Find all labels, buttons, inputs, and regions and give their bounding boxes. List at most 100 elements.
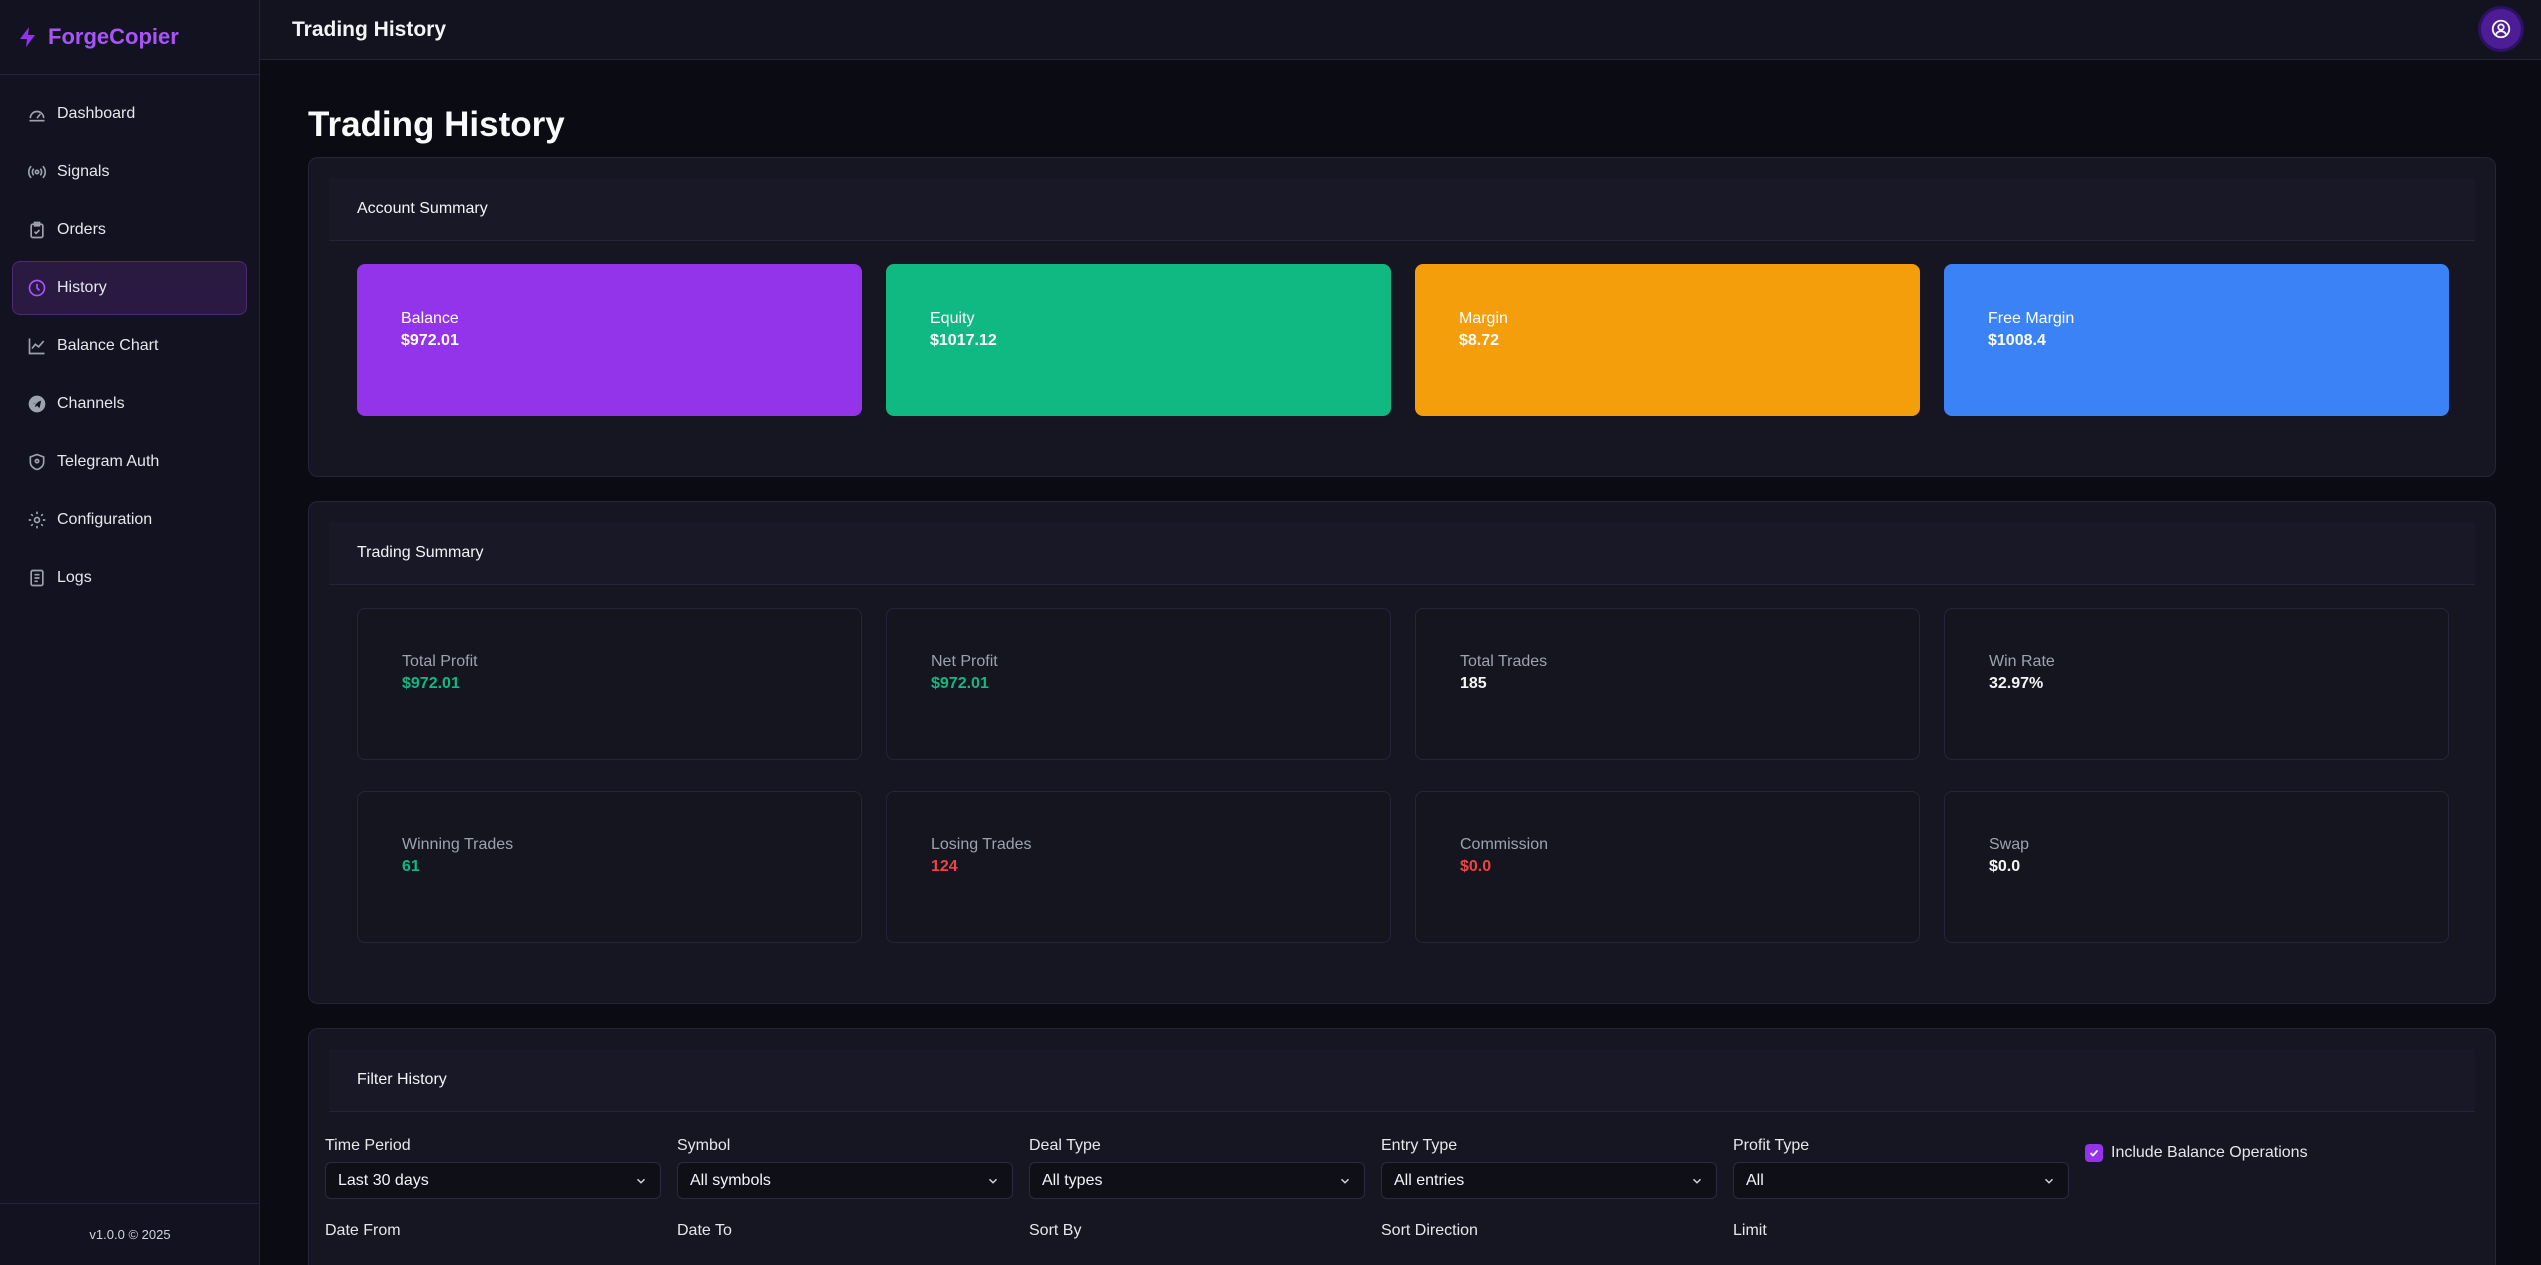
user-icon: [2491, 19, 2511, 39]
sort-by-filter: Sort By: [1029, 1221, 1381, 1247]
account-summary-card: Account Summary Balance $972.01 Equity $…: [308, 157, 2496, 477]
trading-summary-card: Trading Summary Total Profit $972.01 Net…: [308, 501, 2496, 1004]
margin-label: Margin: [1459, 310, 1508, 327]
brand[interactable]: ForgeCopier: [0, 0, 259, 75]
shield-icon: [29, 453, 45, 471]
filter-label: Time Period: [325, 1137, 411, 1154]
check-icon: [2089, 1149, 2099, 1157]
select-value: All entries: [1394, 1171, 1465, 1189]
document-icon: [30, 569, 44, 587]
symbol-filter: Symbol All symbols: [677, 1136, 1029, 1199]
clipboard-icon: [30, 221, 44, 239]
lightning-icon: [20, 27, 35, 47]
gear-icon: [28, 511, 46, 529]
sidebar-item-label: Orders: [57, 221, 106, 238]
include-balance-checkbox[interactable]: Include Balance Operations: [2085, 1144, 2437, 1162]
sidebar-item-orders[interactable]: Orders: [12, 203, 247, 257]
card-header: Trading Summary: [309, 502, 2495, 585]
stat-label: Winning Trades: [402, 836, 514, 853]
select-value: All: [1746, 1171, 1764, 1189]
stat-label: Total Profit: [402, 653, 478, 670]
sidebar-item-configuration[interactable]: Configuration: [12, 493, 247, 547]
page-title: Trading History: [308, 105, 565, 144]
filter-label: Deal Type: [1029, 1137, 1101, 1154]
stat-value: $0.0: [1460, 858, 1492, 875]
profit-type-filter: Profit Type All: [1733, 1136, 2085, 1199]
sidebar-item-balance-chart[interactable]: Balance Chart: [12, 319, 247, 373]
stat-value: $0.0: [1989, 858, 2021, 875]
commission-stat: Commission $0.0: [1415, 791, 1920, 943]
filter-row-2: Date From Date To Sort By Sort Direction…: [325, 1221, 2475, 1247]
filter-label: Date From: [325, 1222, 401, 1239]
sidebar-item-signals[interactable]: Signals: [12, 145, 247, 199]
sidebar-item-label: Channels: [57, 395, 125, 412]
total-profit-stat: Total Profit $972.01: [357, 608, 862, 760]
equity-value: $1017.12: [930, 332, 997, 349]
sidebar-item-channels[interactable]: Channels: [12, 377, 247, 431]
stat-label: Net Profit: [931, 653, 998, 670]
filter-label: Profit Type: [1733, 1137, 1810, 1154]
main-content: Trading History Account Summary Balance …: [308, 60, 2496, 1265]
profit-type-select[interactable]: All: [1733, 1162, 2069, 1199]
equity-card: Equity $1017.12: [886, 264, 1391, 416]
symbol-select[interactable]: All symbols: [677, 1162, 1013, 1199]
chevron-down-icon: [988, 1178, 998, 1184]
stat-label: Losing Trades: [931, 836, 1032, 853]
sidebar-item-logs[interactable]: Logs: [12, 551, 247, 605]
sidebar-item-label: Dashboard: [57, 105, 136, 122]
filter-label: Limit: [1733, 1222, 1767, 1239]
brand-name: ForgeCopier: [48, 24, 179, 49]
balance-label: Balance: [401, 310, 459, 327]
stat-value: 124: [931, 858, 958, 875]
stat-label: Total Trades: [1460, 653, 1548, 670]
select-value: All types: [1042, 1171, 1103, 1189]
entry-type-filter: Entry Type All entries: [1381, 1136, 1733, 1199]
checkbox-label: Include Balance Operations: [2111, 1144, 2308, 1161]
sort-direction-filter: Sort Direction: [1381, 1221, 1733, 1247]
sidebar-item-dashboard[interactable]: Dashboard: [12, 87, 247, 141]
checkbox-checked[interactable]: [2085, 1144, 2103, 1162]
card-header: Account Summary: [309, 158, 2495, 241]
winning-trades-stat: Winning Trades 61: [357, 791, 862, 943]
free-margin-card: Free Margin $1008.4: [1944, 264, 2449, 416]
net-profit-stat: Net Profit $972.01: [886, 608, 1391, 760]
sidebar-nav: Dashboard Signals Orders History Balance…: [0, 75, 259, 605]
gauge-icon: [29, 110, 45, 122]
version-footer: v1.0.0 © 2025: [0, 1203, 260, 1265]
stat-label: Swap: [1989, 836, 2030, 853]
entry-type-select[interactable]: All entries: [1381, 1162, 1717, 1199]
include-balance-filter: Include Balance Operations: [2085, 1136, 2437, 1199]
user-avatar-button[interactable]: [2481, 9, 2521, 49]
time-period-select[interactable]: Last 30 days: [325, 1162, 661, 1199]
margin-card: Margin $8.72: [1415, 264, 1920, 416]
time-period-filter: Time Period Last 30 days: [325, 1136, 677, 1199]
filter-label: Date To: [677, 1222, 732, 1239]
deal-type-select[interactable]: All types: [1029, 1162, 1365, 1199]
filter-label: Sort Direction: [1381, 1222, 1478, 1239]
telegram-icon: [28, 395, 46, 413]
sidebar-item-history[interactable]: History: [12, 261, 247, 315]
clock-icon: [28, 279, 46, 297]
chevron-down-icon: [1692, 1178, 1702, 1184]
filter-label: Entry Type: [1381, 1137, 1458, 1154]
stat-value: 185: [1460, 675, 1487, 692]
free-margin-value: $1008.4: [1988, 332, 2046, 349]
sidebar: ForgeCopier Dashboard Signals Orders His…: [0, 0, 260, 1265]
filter-row-1: Time Period Last 30 days Symbol All symb…: [325, 1136, 2475, 1199]
deal-type-filter: Deal Type All types: [1029, 1136, 1381, 1199]
sidebar-item-label: Signals: [57, 163, 110, 180]
filter-history-card: Filter History Time Period Last 30 days …: [308, 1028, 2496, 1265]
win-rate-stat: Win Rate 32.97%: [1944, 608, 2449, 760]
balance-value: $972.01: [401, 332, 459, 349]
filter-label: Symbol: [677, 1137, 731, 1154]
chevron-down-icon: [1340, 1178, 1350, 1184]
sidebar-item-telegram-auth[interactable]: Telegram Auth: [12, 435, 247, 489]
card-title: Filter History: [329, 1049, 2475, 1112]
topbar: Trading History: [260, 0, 2541, 60]
losing-trades-stat: Losing Trades 124: [886, 791, 1391, 943]
sidebar-item-label: Telegram Auth: [57, 453, 160, 470]
card-title: Trading Summary: [329, 522, 2475, 585]
date-to-filter: Date To: [677, 1221, 1029, 1247]
line-chart-icon: [28, 338, 45, 355]
select-value: All symbols: [690, 1171, 771, 1189]
